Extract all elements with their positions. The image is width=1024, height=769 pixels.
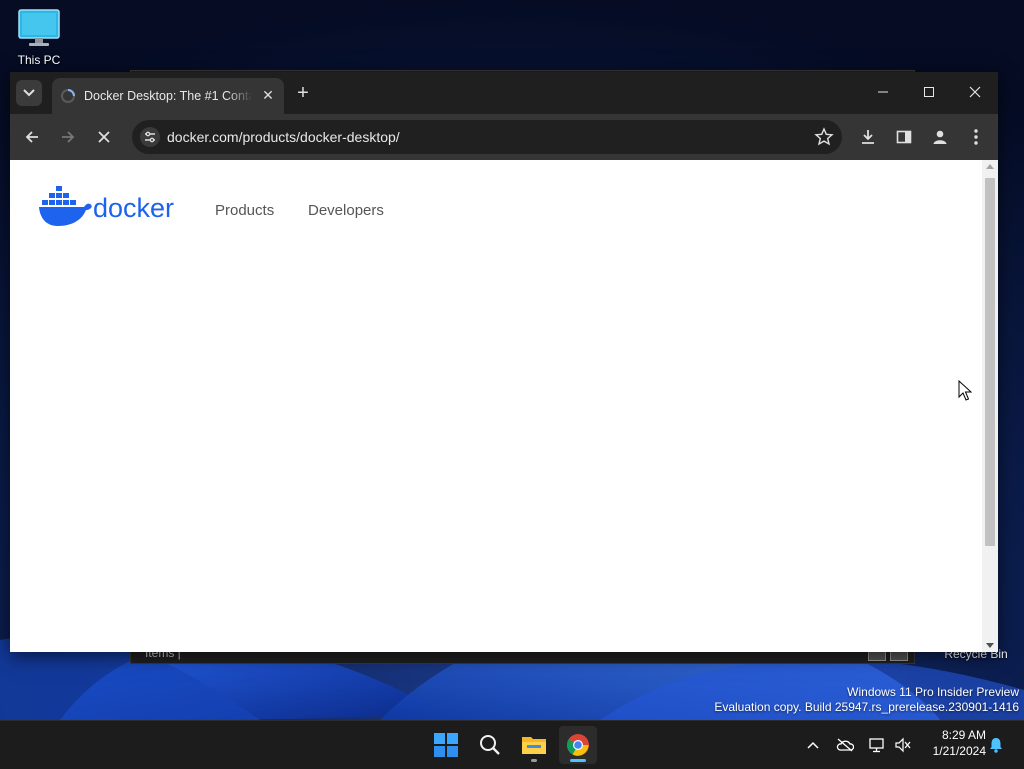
desktop-icon-label: This PC: [17, 53, 61, 67]
taskbar-start-button[interactable]: [427, 726, 465, 764]
new-tab-button[interactable]: +: [292, 82, 314, 104]
volume-muted-icon: [895, 737, 911, 753]
taskbar-search-button[interactable]: [471, 726, 509, 764]
three-dots-icon: [974, 129, 978, 145]
onedrive-offline-icon: [836, 738, 854, 752]
address-bar[interactable]: docker.com/products/docker-desktop/: [132, 120, 842, 154]
mouse-cursor-icon: [958, 380, 972, 401]
browser-toolbar: docker.com/products/docker-desktop/: [10, 114, 998, 160]
tab-search-button[interactable]: [16, 80, 42, 106]
nav-developers[interactable]: Developers: [308, 202, 384, 219]
clock-date: 1/21/2024: [932, 744, 986, 758]
tab-docker-desktop[interactable]: Docker Desktop: The #1 Containerization …: [52, 78, 284, 114]
tab-strip: Docker Desktop: The #1 Containerization …: [10, 72, 998, 114]
windows-start-icon: [434, 733, 458, 757]
docker-logo-text: docker: [93, 193, 174, 223]
tab-close-icon[interactable]: ✕: [260, 87, 276, 103]
monitor-icon: [18, 9, 60, 46]
forward-button[interactable]: [54, 123, 82, 151]
tray-network[interactable]: [867, 735, 887, 755]
minimize-icon: [878, 91, 888, 93]
maximize-button[interactable]: [906, 78, 952, 106]
close-icon: [969, 86, 981, 98]
tray-onedrive[interactable]: [835, 735, 855, 755]
running-indicator: [531, 759, 537, 762]
chrome-icon: [567, 734, 589, 756]
maximize-icon: [924, 87, 934, 97]
watermark-line-2: Evaluation copy. Build 25947.rs_prerelea…: [714, 700, 1019, 714]
chevron-up-icon: [807, 741, 819, 749]
chrome-window[interactable]: Docker Desktop: The #1 Containerization …: [10, 72, 998, 652]
nav-products[interactable]: Products: [215, 202, 274, 219]
taskbar-google-chrome[interactable]: [559, 726, 597, 764]
loading-spinner-icon: [61, 89, 75, 103]
notifications-button[interactable]: [986, 735, 1006, 755]
taskbar-clock[interactable]: 8:29 AM 1/21/2024: [920, 727, 986, 759]
back-button[interactable]: [18, 123, 46, 151]
windows-watermark: Windows 11 Pro Insider Preview Evaluatio…: [714, 685, 1019, 715]
watermark-line-1: Windows 11 Pro Insider Preview: [847, 685, 1019, 699]
taskbar-file-explorer[interactable]: [515, 726, 553, 764]
side-panel-button[interactable]: [890, 123, 918, 151]
close-window-button[interactable]: [952, 78, 998, 106]
site-info-icon[interactable]: [140, 127, 160, 147]
tab-title: Docker Desktop: The #1 Containerization …: [84, 89, 252, 103]
web-page-content: docker Products Developers: [10, 160, 998, 652]
stop-loading-icon: [98, 131, 110, 143]
tray-volume[interactable]: [893, 735, 913, 755]
download-icon: [862, 130, 874, 144]
active-indicator: [570, 759, 586, 762]
chrome-menu-button[interactable]: [962, 123, 990, 151]
stop-button[interactable]: [90, 123, 118, 151]
profile-icon: [933, 130, 947, 144]
network-icon: [869, 738, 884, 753]
search-icon: [480, 735, 500, 755]
taskbar: 8:29 AM 1/21/2024: [0, 720, 1024, 769]
back-arrow-icon: [25, 131, 38, 143]
bell-icon: [990, 738, 1002, 753]
folder-icon: [522, 737, 546, 754]
clock-time: 8:29 AM: [941, 728, 986, 742]
scroll-down-arrow-icon[interactable]: [986, 643, 994, 648]
scroll-up-arrow-icon[interactable]: [986, 164, 994, 169]
star-icon[interactable]: [814, 127, 834, 147]
page-scrollbar[interactable]: [982, 160, 998, 652]
downloads-button[interactable]: [854, 123, 882, 151]
side-panel-icon: [896, 130, 912, 144]
tray-overflow-button[interactable]: [803, 735, 823, 755]
scroll-thumb[interactable]: [985, 178, 995, 546]
url-text[interactable]: docker.com/products/docker-desktop/: [167, 129, 400, 145]
docker-logo[interactable]: docker: [38, 184, 188, 228]
minimize-button[interactable]: [860, 78, 906, 106]
desktop-icon-this-pc[interactable]: This PC: [10, 8, 68, 67]
profile-button[interactable]: [926, 123, 954, 151]
forward-arrow-icon: [62, 131, 75, 143]
chevron-down-icon: [23, 89, 35, 97]
